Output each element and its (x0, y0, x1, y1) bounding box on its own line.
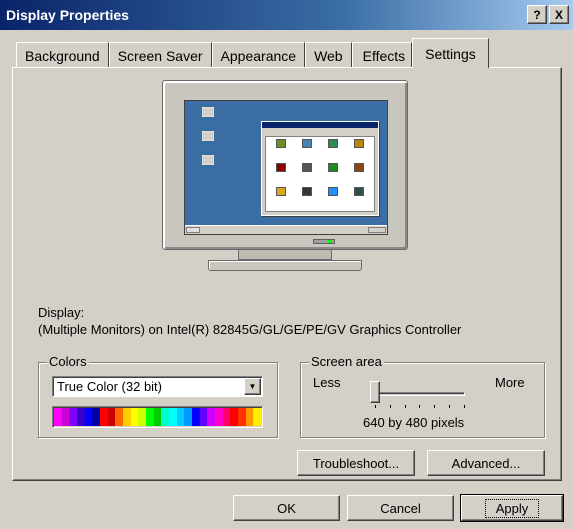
preview-start-button (186, 227, 200, 233)
colors-legend: Colors (47, 354, 89, 369)
monitor-neck (238, 250, 332, 260)
preview-taskbar (185, 225, 387, 234)
slider-more-label: More (495, 375, 525, 390)
color-spectrum-bar (52, 406, 263, 428)
preview-icon (346, 187, 372, 211)
title-bar: Display Properties ? X (0, 0, 573, 30)
power-led (313, 239, 335, 244)
preview-icon (294, 163, 320, 187)
desktop-icon (193, 107, 223, 124)
tab-strip: Background Screen Saver Appearance Web E… (16, 38, 489, 68)
preview-icon (294, 139, 320, 163)
preview-icon (268, 163, 294, 187)
tab-effects[interactable]: Effects (351, 42, 413, 68)
preview-icon (294, 187, 320, 211)
troubleshoot-button[interactable]: Troubleshoot... (297, 450, 415, 476)
display-label: Display: (38, 305, 85, 320)
screen-area-group: Screen area Less More 640 by 480 pixels (300, 354, 545, 438)
colors-select-value: True Color (32 bit) (57, 379, 162, 394)
preview-icon (320, 139, 346, 163)
apply-button-label: Apply (484, 498, 540, 518)
desktop-icon (193, 131, 223, 148)
title-buttons: ? X (527, 5, 569, 24)
resolution-text: 640 by 480 pixels (363, 415, 465, 430)
slider-less-label: Less (313, 375, 341, 390)
monitor-preview (162, 80, 408, 280)
tab-web[interactable]: Web (305, 42, 352, 68)
preview-icon (268, 187, 294, 211)
help-button[interactable]: ? (527, 5, 547, 24)
screen-area-legend: Screen area (309, 354, 384, 369)
desktop-icon (193, 155, 223, 172)
display-value: (Multiple Monitors) on Intel(R) 82845G/G… (38, 322, 462, 337)
tab-settings[interactable]: Settings (412, 38, 489, 68)
preview-icon (320, 163, 346, 187)
preview-icon (346, 163, 372, 187)
apply-button[interactable]: Apply (460, 494, 564, 522)
tab-appearance[interactable]: Appearance (211, 42, 306, 68)
preview-icon (268, 139, 294, 163)
cancel-button[interactable]: Cancel (347, 495, 454, 521)
window-title: Display Properties (6, 7, 129, 23)
advanced-button[interactable]: Advanced... (427, 450, 545, 476)
preview-icon (346, 139, 372, 163)
preview-icon (320, 187, 346, 211)
monitor-bezel (162, 80, 408, 250)
colors-select[interactable]: True Color (32 bit) ▼ (52, 376, 263, 397)
screen-area-slider-thumb[interactable] (370, 381, 380, 403)
preview-tray (368, 227, 386, 233)
ok-button[interactable]: OK (233, 495, 340, 521)
chevron-down-icon[interactable]: ▼ (244, 378, 261, 395)
screen-area-slider-track[interactable] (375, 392, 465, 396)
slider-ticks (375, 405, 465, 408)
tab-background[interactable]: Background (16, 42, 109, 68)
preview-window (261, 121, 379, 216)
preview-window-body (265, 136, 375, 212)
colors-group: Colors True Color (32 bit) ▼ (38, 354, 278, 438)
monitor-base (208, 260, 362, 271)
preview-window-menu (262, 128, 378, 133)
monitor-screen (184, 100, 388, 235)
close-button[interactable]: X (549, 5, 569, 24)
tab-screen-saver[interactable]: Screen Saver (108, 42, 212, 68)
